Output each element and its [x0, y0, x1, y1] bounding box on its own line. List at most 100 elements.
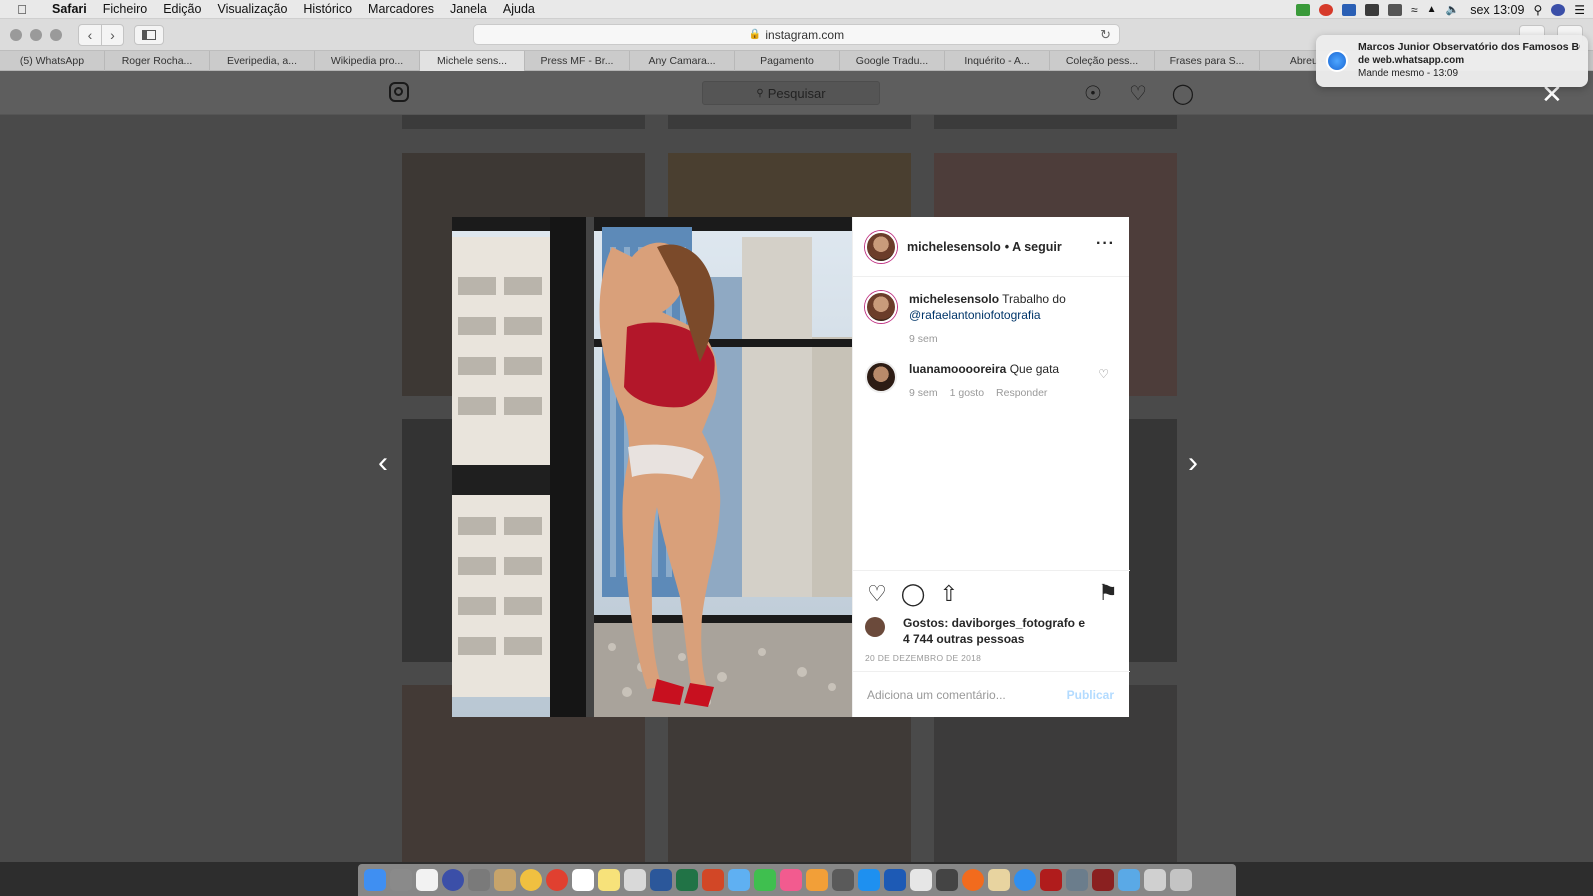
menu-marcadores[interactable]: Marcadores — [360, 2, 442, 16]
powerpoint-icon[interactable] — [702, 869, 724, 891]
avatar[interactable] — [865, 361, 897, 393]
preview-icon[interactable] — [624, 869, 646, 891]
caption-time[interactable]: 9 sem — [909, 331, 938, 347]
tab-press-mf[interactable]: Press MF - Br... — [525, 51, 630, 71]
safari-icon[interactable] — [1014, 869, 1036, 891]
tab-whatsapp[interactable]: (5) WhatsApp — [0, 51, 105, 71]
app-icon[interactable] — [390, 869, 412, 891]
post-date[interactable]: 20 DE DEZEMBRO DE 2018 — [865, 653, 1118, 663]
more-options-icon[interactable]: ··· — [1096, 235, 1115, 253]
app-icon[interactable] — [988, 869, 1010, 891]
caption-mention-link[interactable]: @rafaelantoniofotografia — [909, 308, 1041, 322]
chevron-left-icon[interactable]: ‹ — [378, 448, 388, 478]
itunes-icon[interactable] — [780, 869, 802, 891]
menu-historico[interactable]: Histórico — [295, 2, 360, 16]
books-icon[interactable] — [806, 869, 828, 891]
siri-icon[interactable] — [1551, 3, 1566, 16]
menu-edicao[interactable]: Edição — [155, 2, 209, 16]
display-icon[interactable] — [1388, 3, 1403, 16]
textedit-icon[interactable] — [910, 869, 932, 891]
chevron-right-icon[interactable]: › — [1188, 448, 1198, 478]
app-icon[interactable] — [936, 869, 958, 891]
teamviewer-icon[interactable] — [1342, 3, 1357, 16]
back-icon[interactable]: ‹ — [79, 25, 101, 45]
comment-bubble-icon[interactable]: ◯ — [901, 581, 926, 606]
tab-everipedia[interactable]: Everipedia, a... — [210, 51, 315, 71]
reply-button[interactable]: Responder — [996, 385, 1047, 401]
likes-summary[interactable]: Gostos: daviborges_fotografo e 4 744 out… — [865, 615, 1118, 647]
app-store-icon[interactable] — [858, 869, 880, 891]
folder-icon[interactable] — [1118, 869, 1140, 891]
post-photo[interactable] — [452, 217, 852, 717]
comment-like-heart-icon[interactable]: ♡ — [1098, 367, 1109, 381]
menu-ajuda[interactable]: Ajuda — [495, 2, 543, 16]
comment-likes[interactable]: 1 gosto — [950, 385, 984, 401]
messages-icon[interactable] — [728, 869, 750, 891]
status-app-icon[interactable] — [1319, 3, 1334, 16]
app-icon[interactable] — [1066, 869, 1088, 891]
forward-icon[interactable]: › — [101, 24, 123, 45]
avatar[interactable] — [865, 291, 897, 323]
firefox-icon[interactable] — [962, 869, 984, 891]
system-preferences-icon[interactable] — [832, 869, 854, 891]
siri-icon[interactable] — [442, 869, 464, 891]
reload-icon[interactable]: ↻ — [1100, 27, 1111, 43]
comment-username[interactable]: luanamooooreira — [909, 362, 1006, 376]
notification-center-icon[interactable]: ☰ — [1574, 3, 1585, 17]
post-username[interactable]: michelesensolo — [907, 240, 1001, 254]
address-bar[interactable]: 🔒 instagram.com ↻ — [473, 24, 1120, 45]
tab-inquerito[interactable]: Inquérito - A... — [945, 51, 1050, 71]
teamviewer-icon[interactable] — [884, 869, 906, 891]
excel-icon[interactable] — [676, 869, 698, 891]
finder-icon[interactable] — [364, 869, 386, 891]
word-icon[interactable] — [650, 869, 672, 891]
tab-colecao[interactable]: Coleção pess... — [1050, 51, 1155, 71]
tab-michele-sensolo[interactable]: Michele sens... — [420, 51, 525, 71]
publish-button[interactable]: Publicar — [1067, 688, 1114, 702]
trash-icon[interactable] — [1170, 869, 1192, 891]
facetime-icon[interactable] — [754, 869, 776, 891]
bookmark-icon[interactable]: ⚑ — [1096, 580, 1120, 605]
zoom-window-button[interactable] — [50, 28, 62, 41]
wifi-icon[interactable]: ≈ — [1411, 3, 1418, 17]
acrobat-icon[interactable] — [1040, 869, 1062, 891]
calendar-icon[interactable] — [572, 869, 594, 891]
notification-banner[interactable]: Marcos Junior Observatório dos Famosos B… — [1316, 35, 1588, 87]
sidebar-toggle-icon[interactable] — [134, 24, 164, 45]
menu-janela[interactable]: Janela — [442, 2, 495, 16]
like-heart-icon[interactable]: ♡ — [865, 581, 889, 606]
eject-icon[interactable]: ▲ — [1427, 4, 1437, 15]
share-icon[interactable]: ⇧ — [937, 581, 961, 606]
avatar[interactable] — [865, 230, 897, 263]
add-comment-field[interactable]: Adiciona um comentário... Publicar — [853, 671, 1130, 717]
minimize-window-button[interactable] — [30, 28, 42, 41]
tab-pagamento[interactable]: Pagamento — [735, 51, 840, 71]
tab-any-camara[interactable]: Any Camara... — [630, 51, 735, 71]
comment-time[interactable]: 9 sem — [909, 385, 938, 401]
app-icon[interactable] — [494, 869, 516, 891]
apple-menu-icon[interactable]:  — [0, 2, 44, 17]
photos-icon[interactable] — [520, 869, 542, 891]
documents-folder-icon[interactable] — [1144, 869, 1166, 891]
menu-visualizacao[interactable]: Visualização — [209, 2, 295, 16]
following-status[interactable]: • A seguir — [1005, 240, 1062, 254]
spotlight-search-icon[interactable]: ⚲ — [1533, 3, 1542, 17]
menu-safari[interactable]: Safari — [44, 2, 95, 16]
status-app-icon[interactable] — [1365, 3, 1380, 16]
launchpad-icon[interactable] — [468, 869, 490, 891]
menu-ficheiro[interactable]: Ficheiro — [95, 2, 155, 16]
status-app-icon[interactable] — [1296, 3, 1311, 16]
notification-title: Marcos Junior Observatório dos Famosos B… — [1358, 41, 1580, 53]
menu-clock[interactable]: sex 13:09 — [1470, 3, 1524, 17]
tab-google-tradutor[interactable]: Google Tradu... — [840, 51, 945, 71]
notes-icon[interactable] — [416, 869, 438, 891]
tab-wikipedia[interactable]: Wikipedia pro... — [315, 51, 420, 71]
app-icon[interactable] — [1092, 869, 1114, 891]
chrome-icon[interactable] — [546, 869, 568, 891]
volume-icon[interactable]: 🔈 — [1446, 3, 1460, 16]
close-window-button[interactable] — [10, 28, 22, 41]
tab-frases[interactable]: Frases para S... — [1155, 51, 1260, 71]
caption-username[interactable]: michelesensolo — [909, 292, 999, 306]
tab-roger-rocha[interactable]: Roger Rocha... — [105, 51, 210, 71]
stickies-icon[interactable] — [598, 869, 620, 891]
